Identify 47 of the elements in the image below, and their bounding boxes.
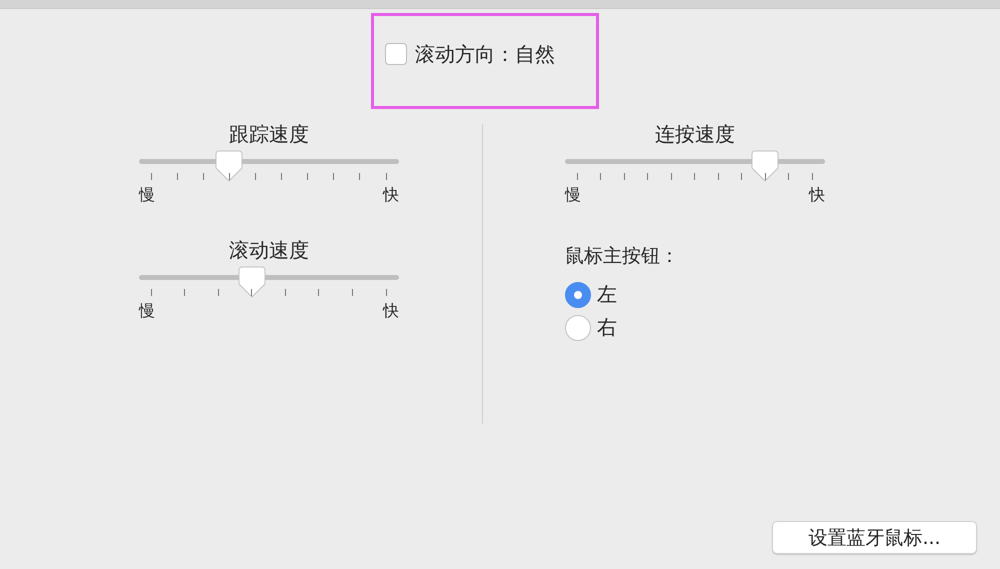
- slider-title: 跟踪速度: [228, 121, 310, 147]
- tick-mark: [281, 173, 282, 180]
- setup-bluetooth-mouse-button[interactable]: 设置蓝牙鼠标...: [772, 521, 977, 554]
- slider-title: 连按速度: [654, 121, 736, 147]
- max-label: 快: [383, 301, 399, 321]
- tick-mark: [150, 173, 152, 180]
- tick-mark: [307, 173, 308, 180]
- slider-thumb[interactable]: [215, 150, 244, 182]
- min-label: 慢: [139, 185, 155, 205]
- tick-mark: [318, 289, 320, 296]
- tick-mark: [600, 173, 601, 180]
- radio-button[interactable]: [565, 282, 591, 308]
- tick-mark: [333, 173, 334, 180]
- tick-mark: [251, 289, 252, 296]
- tick-mark: [284, 289, 286, 296]
- tick-mark: [218, 289, 219, 296]
- tick-mark: [741, 173, 742, 180]
- min-label: 慢: [565, 185, 581, 205]
- max-label: 快: [383, 185, 399, 205]
- tick-mark: [176, 173, 178, 180]
- slider[interactable]: [565, 150, 825, 182]
- slider-title: 滚动速度: [228, 237, 310, 263]
- max-label: 快: [809, 185, 825, 205]
- radio-group-label: 鼠标主按钮：: [565, 244, 680, 269]
- radio-label: 左: [597, 281, 617, 308]
- slider[interactable]: [139, 150, 399, 182]
- tick-mark: [694, 173, 695, 180]
- tick-mark: [228, 173, 230, 180]
- checkbox[interactable]: [385, 43, 407, 65]
- tick-mark: [184, 289, 186, 296]
- radio-label: 右: [597, 314, 617, 341]
- tick-mark: [202, 173, 204, 180]
- tick-mark: [576, 173, 578, 180]
- tick-mark: [647, 173, 648, 180]
- tick-mark: [352, 289, 353, 296]
- slider-thumb[interactable]: [751, 150, 779, 182]
- slider[interactable]: [139, 266, 399, 298]
- tick-mark: [788, 173, 789, 180]
- tick-mark: [670, 173, 672, 180]
- slider-thumb[interactable]: [238, 266, 266, 298]
- radio-button[interactable]: [565, 314, 591, 340]
- tick-mark: [764, 173, 766, 180]
- min-label: 慢: [139, 301, 155, 321]
- tick-mark: [150, 289, 152, 296]
- tick-mark: [359, 173, 360, 180]
- checkbox-label: 滚动方向：自然: [415, 40, 555, 68]
- tick-mark: [254, 173, 256, 180]
